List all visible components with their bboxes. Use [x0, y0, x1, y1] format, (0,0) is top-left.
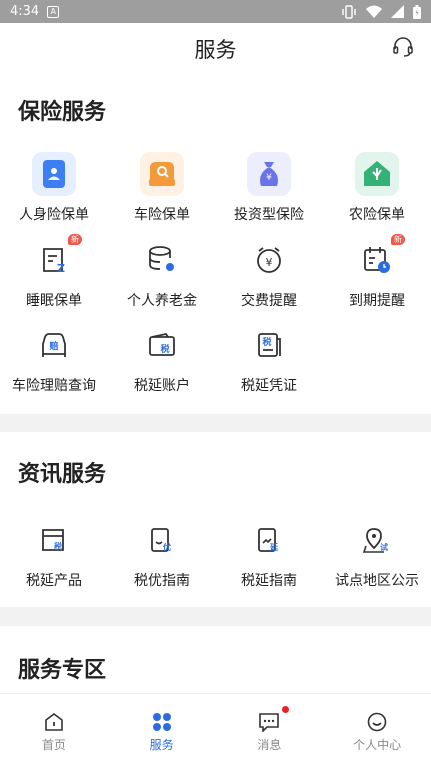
grid-item-label: 税延指南 [241, 573, 297, 589]
grid-item-tax-deferral-guide[interactable]: 延 税延指南 [215, 518, 323, 590]
svg-text:Z: Z [57, 262, 65, 275]
tab-label: 消息 [257, 738, 282, 752]
signal-icon [391, 5, 404, 18]
new-badge: 新 [68, 234, 82, 245]
tab-label: 首页 [41, 738, 66, 752]
coin-stack-icon [140, 238, 184, 282]
vibrate-icon [342, 4, 356, 19]
tab-messages[interactable]: 消息 [216, 694, 324, 766]
farm-house-icon [355, 152, 399, 196]
sleep-policy-icon: Z 新 [32, 234, 82, 282]
unread-dot [281, 706, 289, 713]
status-bar: 4:34 A [0, 0, 431, 23]
grid-item-label: 个人养老金 [127, 293, 197, 309]
grid-item-investment-insurance[interactable]: ¥ 投资型保险 [215, 152, 323, 224]
grid-item-label: 到期提醒 [349, 293, 405, 309]
grid-item-label: 人身险保单 [19, 207, 89, 223]
page-title: 服务 [194, 37, 237, 62]
insurance-section: 保险服务 人身险保单 车险保单 ¥ 投资型保险 农险保单 Z 新 睡眠保单 个人… [0, 74, 431, 414]
grid-item-label: 税延产品 [26, 573, 82, 589]
svg-text:优: 优 [163, 542, 171, 552]
headset-icon[interactable] [391, 35, 415, 59]
tax-voucher-icon: 税 [247, 323, 291, 367]
grid-item-sleep-policy[interactable]: Z 新 睡眠保单 [0, 234, 108, 310]
bottom-tab-bar: 首页 服务 消息 个人中心 [0, 693, 431, 766]
payment-clock-icon: ¥ [247, 238, 291, 282]
wifi-icon [366, 5, 382, 18]
svg-text:延: 延 [269, 542, 279, 552]
grid-item-label: 车险保单 [134, 207, 190, 223]
notification-icon: A [47, 5, 60, 18]
grid-item-label: 税延凭证 [241, 378, 297, 394]
tax-deferral-guide-icon: 延 [247, 518, 291, 562]
grid-item-expiry-reminder[interactable]: 新 到期提醒 [323, 234, 431, 310]
svg-text:税: 税 [160, 343, 169, 355]
tab-profile[interactable]: 个人中心 [323, 694, 431, 766]
grid-item-label: 税延账户 [134, 378, 190, 394]
tab-label: 个人中心 [353, 738, 402, 752]
tax-product-icon: 税 [32, 518, 76, 562]
grid-item-tax-benefit-guide[interactable]: 优 税优指南 [108, 518, 216, 590]
grid-item-payment-reminder[interactable]: ¥ 交费提醒 [215, 238, 323, 310]
svg-text:税: 税 [54, 541, 62, 551]
grid-item-label: 税优指南 [134, 573, 190, 589]
grid-icon [152, 713, 171, 731]
grid-item-label: 交费提醒 [241, 293, 297, 309]
top-bar: 服务 [0, 23, 431, 74]
grid-item-label: 试点地区公示 [335, 573, 419, 589]
grid-item-tax-product[interactable]: 税 税延产品 [0, 518, 108, 590]
status-time: 4:34 [10, 4, 40, 19]
grid-item-personal-pension[interactable]: 个人养老金 [108, 238, 216, 310]
service-zone-section: 服务专区 [0, 626, 431, 693]
person-card-icon [32, 152, 76, 196]
grid-item-tax-account[interactable]: 税 税延账户 [108, 323, 216, 395]
svg-text:¥: ¥ [266, 173, 272, 183]
service-zone-title: 服务专区 [18, 658, 107, 683]
tab-label: 服务 [149, 738, 174, 752]
grid-item-label: 车险理赔查询 [12, 378, 96, 394]
grid-item-label: 投资型保险 [234, 207, 304, 223]
svg-text:¥: ¥ [266, 256, 273, 269]
svg-text:税: 税 [262, 336, 271, 348]
grid-item-label: 农险保单 [349, 207, 405, 223]
message-icon [259, 713, 280, 732]
new-badge: 新 [391, 234, 405, 245]
info-section-title: 资讯服务 [18, 462, 107, 487]
battery-icon [413, 4, 421, 19]
svg-text:试: 试 [380, 542, 388, 552]
car-policy-icon [140, 152, 184, 196]
tab-service[interactable]: 服务 [108, 694, 216, 766]
grid-item-car-policy[interactable]: 车险保单 [108, 152, 216, 224]
grid-item-tax-voucher[interactable]: 税 税延凭证 [215, 323, 323, 395]
grid-item-label: 睡眠保单 [26, 293, 82, 309]
calendar-clock-icon: 新 [355, 234, 405, 282]
info-section: 资讯服务 税 税延产品 优 税优指南 延 税延指南 试 试点地区公示 [0, 432, 431, 607]
money-bag-icon: ¥ [247, 152, 291, 196]
insurance-section-title: 保险服务 [18, 100, 107, 125]
grid-item-pilot-region[interactable]: 试 试点地区公示 [323, 518, 431, 590]
grid-item-life-policy[interactable]: 人身险保单 [0, 152, 108, 224]
pilot-region-icon: 试 [355, 518, 399, 562]
grid-item-agri-policy[interactable]: 农险保单 [323, 152, 431, 224]
tab-home[interactable]: 首页 [0, 694, 108, 766]
car-claim-icon: 赔 [32, 323, 76, 367]
home-icon [45, 713, 63, 731]
tax-benefit-guide-icon: 优 [140, 518, 184, 562]
grid-item-car-claim-query[interactable]: 赔 车险理赔查询 [0, 323, 108, 395]
tax-wallet-icon: 税 [140, 323, 184, 367]
svg-text:赔: 赔 [48, 340, 58, 352]
smile-icon [367, 712, 387, 732]
